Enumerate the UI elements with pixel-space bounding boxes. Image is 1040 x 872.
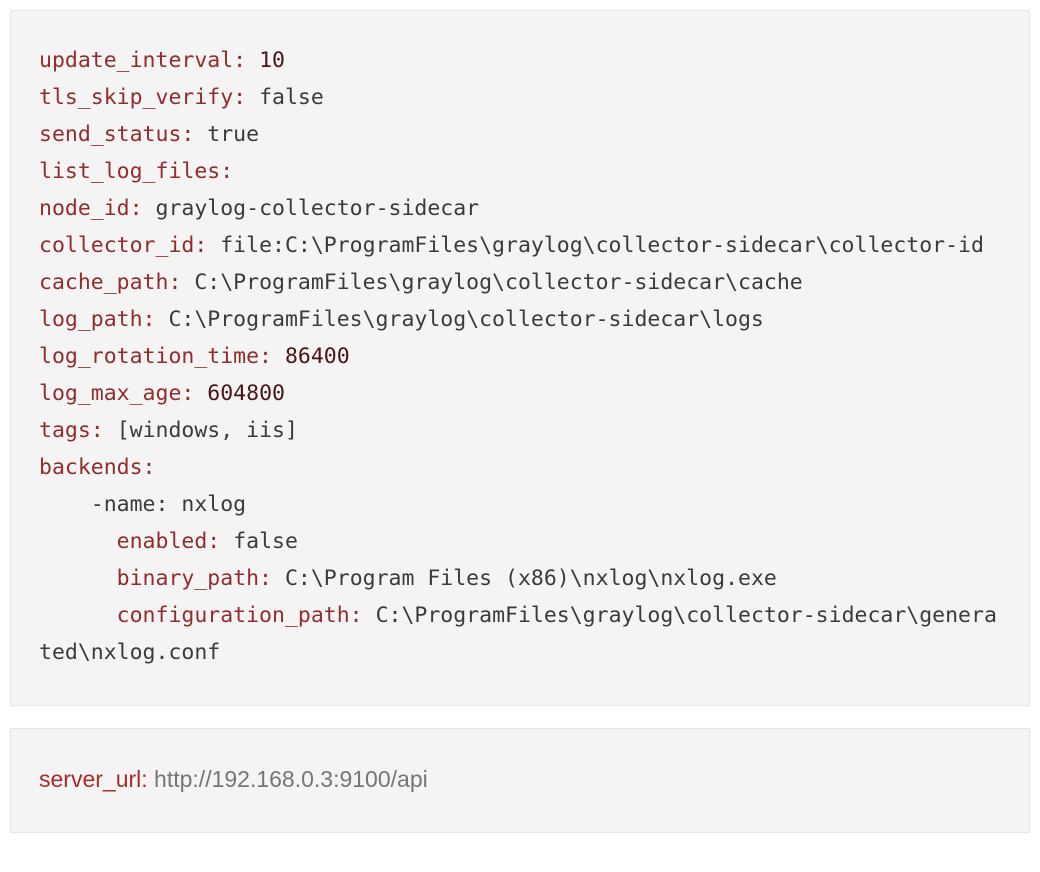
- backend-name-prefix: -name:: [39, 492, 181, 517]
- key-configuration-path: configuration_path:: [117, 603, 363, 628]
- key-binary-path: binary_path:: [117, 566, 272, 591]
- value-tags: [windows, iis]: [117, 418, 298, 443]
- key-log-path: log_path:: [39, 307, 156, 332]
- key-tls-skip-verify: tls_skip_verify:: [39, 85, 246, 110]
- key-log-max-age: log_max_age:: [39, 381, 194, 406]
- value-collector-id: file:C:\ProgramFiles\graylog\collector-s…: [220, 233, 984, 258]
- indent-1: [39, 529, 117, 554]
- key-enabled: enabled:: [117, 529, 221, 554]
- value-tls-skip-verify: false: [259, 85, 324, 110]
- key-backends: backends:: [39, 455, 156, 480]
- key-update-interval: update_interval:: [39, 48, 246, 73]
- value-cache-path: C:\ProgramFiles\graylog\collector-sideca…: [194, 270, 802, 295]
- key-collector-id: collector_id:: [39, 233, 207, 258]
- value-log-path: C:\ProgramFiles\graylog\collector-sideca…: [168, 307, 763, 332]
- key-tags: tags:: [39, 418, 104, 443]
- value-log-max-age: 604800: [207, 381, 285, 406]
- value-server-url: http://192.168.0.3:9100/api: [154, 766, 428, 792]
- key-send-status: send_status:: [39, 122, 194, 147]
- value-update-interval: 10: [259, 48, 285, 73]
- value-enabled: false: [233, 529, 298, 554]
- key-cache-path: cache_path:: [39, 270, 181, 295]
- key-list-log-files: list_log_files:: [39, 159, 233, 184]
- value-node-id: graylog-collector-sidecar: [156, 196, 480, 221]
- indent-3: [39, 603, 117, 628]
- server-url-block: server_url: http://192.168.0.3:9100/api: [10, 728, 1030, 832]
- key-server-url: server_url:: [39, 766, 148, 792]
- key-log-rotation-time: log_rotation_time:: [39, 344, 272, 369]
- value-log-rotation-time: 86400: [285, 344, 350, 369]
- indent-2: [39, 566, 117, 591]
- backend-name-value: nxlog: [181, 492, 246, 517]
- key-node-id: node_id:: [39, 196, 143, 221]
- value-binary-path: C:\Program Files (x86)\nxlog\nxlog.exe: [285, 566, 777, 591]
- value-send-status: true: [207, 122, 259, 147]
- config-code-block: update_interval: 10 tls_skip_verify: fal…: [10, 10, 1030, 706]
